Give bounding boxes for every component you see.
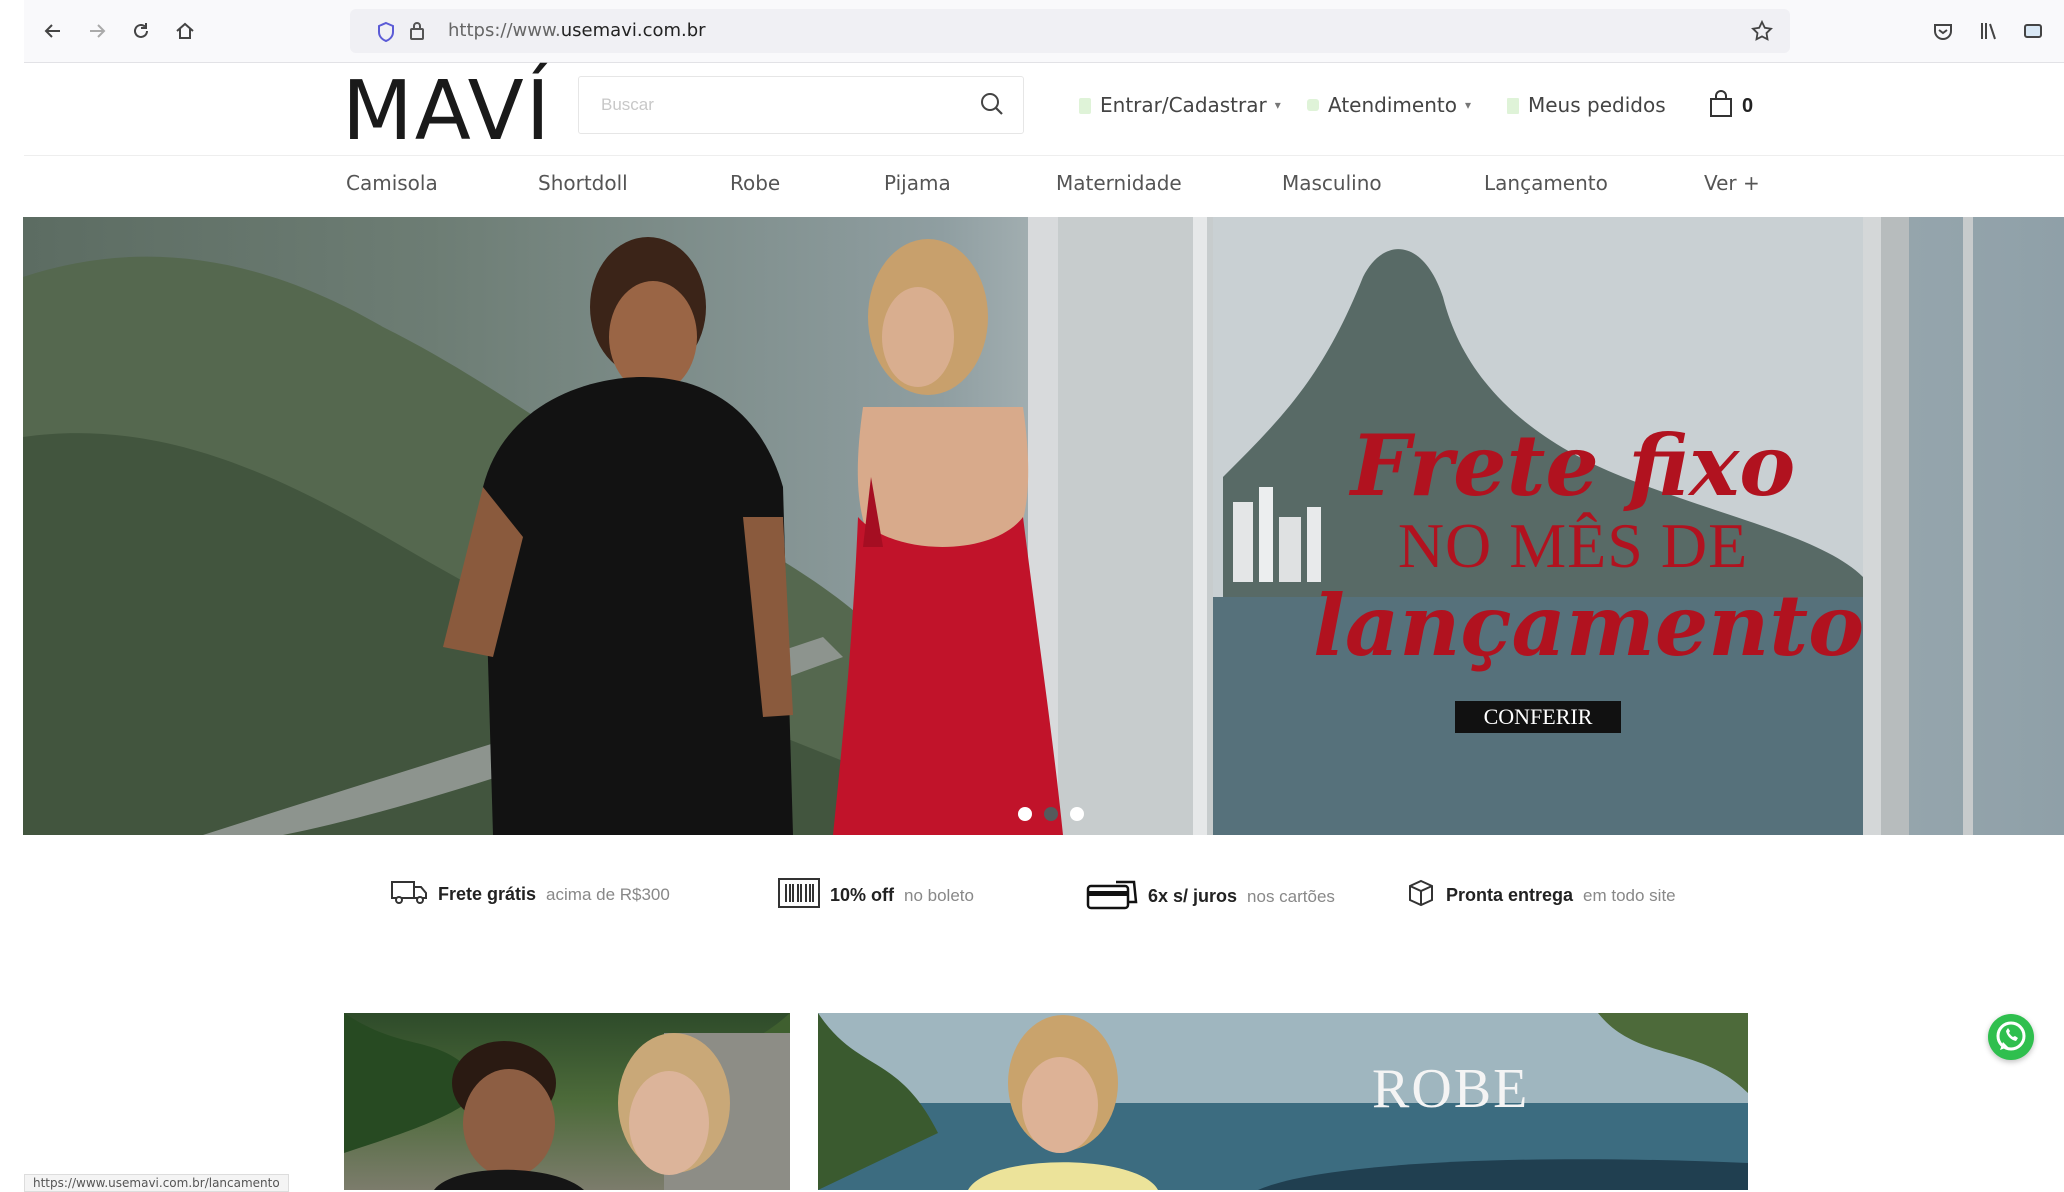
menu-icon[interactable] xyxy=(2054,16,2064,46)
back-icon[interactable] xyxy=(36,14,70,48)
whatsapp-icon xyxy=(1996,1021,2026,1051)
cart-button[interactable]: 0 xyxy=(1708,90,1753,123)
cart-count: 0 xyxy=(1742,95,1754,117)
forward-icon[interactable] xyxy=(80,14,114,48)
hero-line-2: NO MÊS DE xyxy=(1397,510,1749,581)
pocket-icon[interactable] xyxy=(1928,16,1958,46)
carousel-dot-3[interactable] xyxy=(1070,807,1084,821)
carousel-dot-2[interactable] xyxy=(1044,807,1058,821)
browser-toolbar: https://www.usemavi.com.br xyxy=(24,0,2064,63)
address-bar[interactable]: https://www.usemavi.com.br xyxy=(350,9,1790,53)
benefit-boleto-discount: 10% off no boleto xyxy=(778,878,974,913)
support-link[interactable]: Atendimento ▾ xyxy=(1306,93,1471,117)
hero-banner[interactable]: Frete fixo NO MÊS DE lançamento CONFERIR xyxy=(23,217,2064,835)
category-banner-couple[interactable] xyxy=(344,1013,790,1190)
barcode-icon xyxy=(778,878,820,913)
benefit-detail: no boleto xyxy=(904,885,974,905)
banner-robe-label: ROBE xyxy=(1372,1058,1530,1120)
login-link[interactable]: Entrar/Cadastrar ▾ xyxy=(1078,93,1281,117)
shield-icon[interactable] xyxy=(376,21,396,48)
whatsapp-button[interactable] xyxy=(1988,1014,2034,1060)
category-banner-robe[interactable]: ROBE xyxy=(818,1013,1748,1190)
user-icon xyxy=(1078,96,1092,114)
benefit-detail: acima de R$300 xyxy=(546,884,670,904)
benefit-detail: nos cartões xyxy=(1247,886,1335,906)
support-label: Atendimento xyxy=(1328,93,1457,117)
status-bar-url: https://www.usemavi.com.br/lancamento xyxy=(24,1174,289,1192)
truck-icon xyxy=(390,878,428,911)
hero-line-3: lançamento xyxy=(1313,576,1865,675)
hero-headline: Frete fixo NO MÊS DE lançamento xyxy=(1313,416,1865,675)
chevron-down-icon: ▾ xyxy=(1274,98,1281,112)
orders-label: Meus pedidos xyxy=(1528,93,1666,117)
benefit-title: 6x s/ juros xyxy=(1148,886,1238,906)
banner-photo xyxy=(344,1013,790,1190)
hero-line-1: Frete fixo xyxy=(1350,416,1796,515)
benefit-ready-delivery: Pronta entrega em todo site xyxy=(1406,878,1676,913)
lock-icon[interactable] xyxy=(408,20,426,47)
carousel-dot-1[interactable] xyxy=(1018,807,1032,821)
header-divider xyxy=(24,155,2064,156)
synced-tabs-icon[interactable] xyxy=(2018,16,2048,46)
menu-camisola[interactable]: Camisola xyxy=(346,171,438,195)
benefit-title: 10% off xyxy=(830,885,895,905)
credit-card-icon xyxy=(1086,878,1138,915)
library-icon[interactable] xyxy=(1974,16,2004,46)
banner-photo xyxy=(818,1013,1748,1190)
menu-pijama[interactable]: Pijama xyxy=(884,171,951,195)
benefit-detail: em todo site xyxy=(1583,885,1676,905)
login-label: Entrar/Cadastrar xyxy=(1100,93,1267,117)
menu-masculino[interactable]: Masculino xyxy=(1282,171,1382,195)
search-icon[interactable] xyxy=(977,89,1009,121)
reload-icon[interactable] xyxy=(124,14,158,48)
url-text[interactable]: https://www.usemavi.com.br xyxy=(448,20,706,41)
search-input[interactable] xyxy=(599,89,963,121)
bookmark-star-icon[interactable] xyxy=(1750,19,1774,48)
site-logo[interactable]: MAVÍ xyxy=(342,64,552,159)
orders-icon xyxy=(1506,96,1520,114)
benefit-installments: 6x s/ juros nos cartões xyxy=(1086,878,1335,915)
benefit-free-shipping: Frete grátis acima de R$300 xyxy=(390,878,670,911)
home-icon[interactable] xyxy=(168,14,202,48)
menu-shortdoll[interactable]: Shortdoll xyxy=(538,171,628,195)
shopping-bag-icon xyxy=(1708,90,1734,123)
menu-ver-mais[interactable]: Ver + xyxy=(1704,171,1760,195)
chevron-down-icon: ▾ xyxy=(1464,98,1471,112)
hero-cta-button[interactable]: CONFERIR xyxy=(1455,701,1621,733)
chat-icon xyxy=(1306,96,1320,114)
benefit-title: Frete grátis xyxy=(438,884,537,904)
search-box xyxy=(578,76,1024,134)
box-icon xyxy=(1406,878,1436,913)
menu-robe[interactable]: Robe xyxy=(730,171,780,195)
menu-maternidade[interactable]: Maternidade xyxy=(1056,171,1182,195)
benefit-title: Pronta entrega xyxy=(1446,885,1574,905)
menu-lancamento[interactable]: Lançamento xyxy=(1484,171,1608,195)
orders-link[interactable]: Meus pedidos xyxy=(1506,93,1666,117)
